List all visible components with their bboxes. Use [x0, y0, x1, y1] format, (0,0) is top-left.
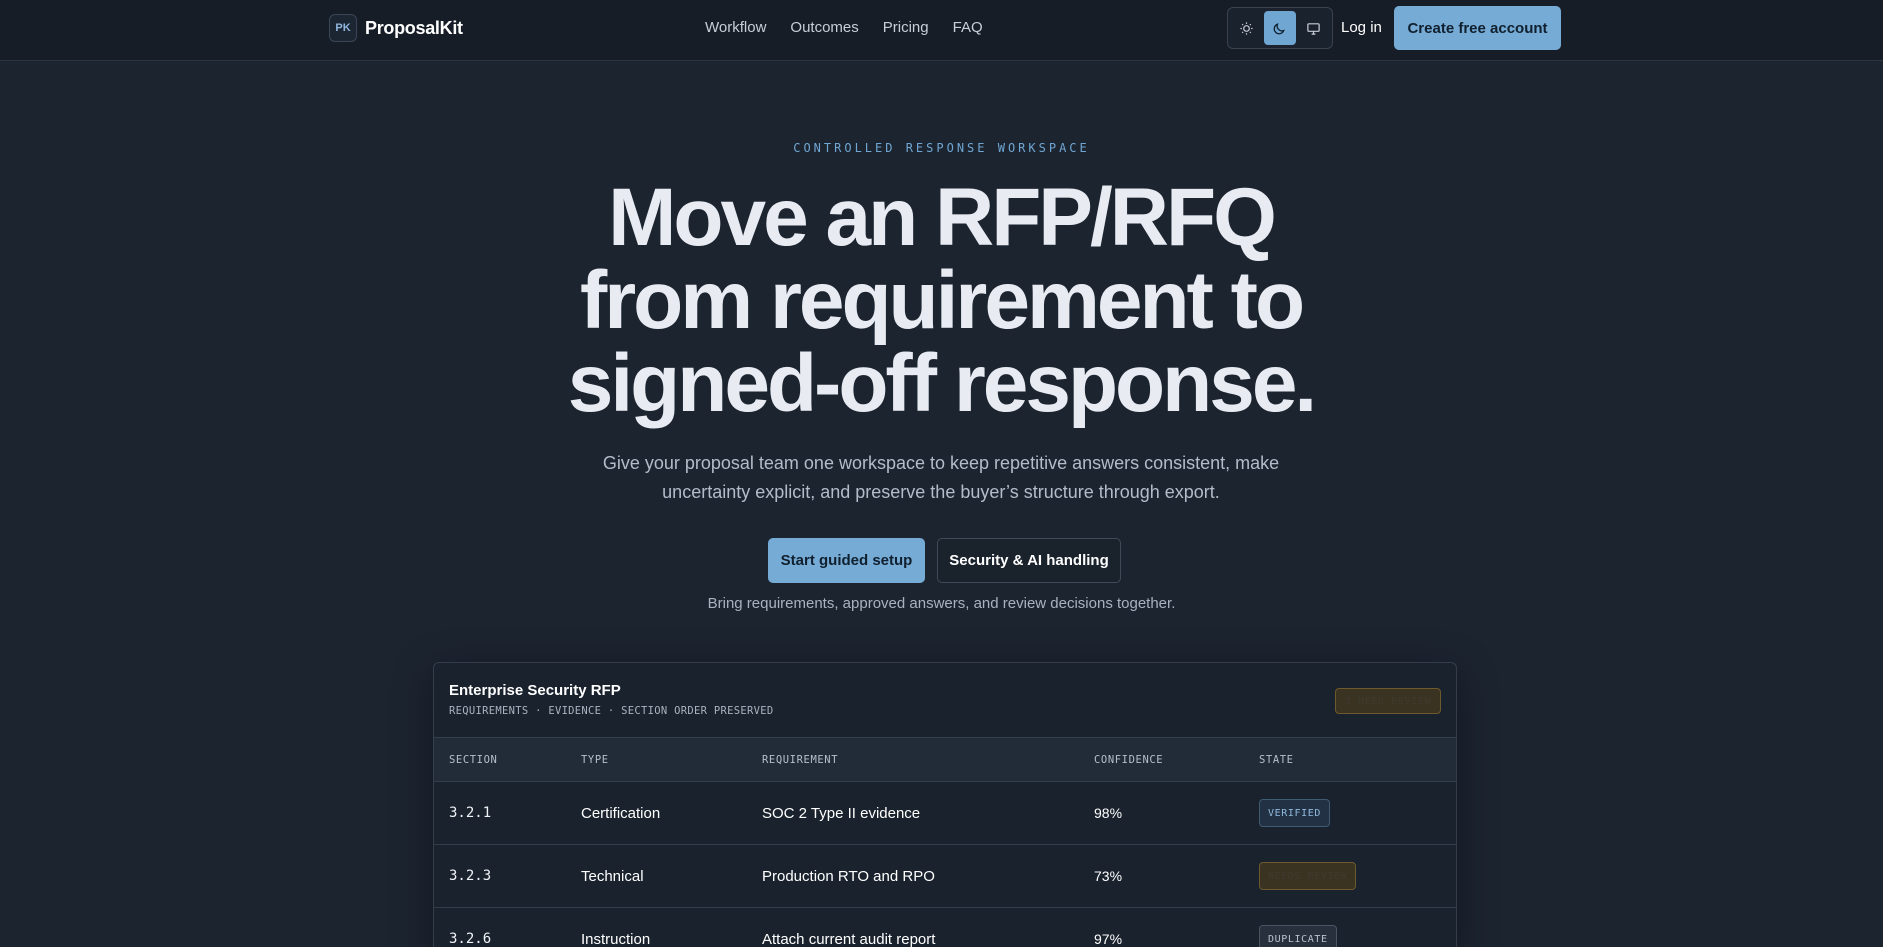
state-badge: DUPLICATE — [1259, 925, 1337, 947]
nav-link-faq[interactable]: FAQ — [953, 19, 983, 36]
sun-icon — [1240, 21, 1253, 35]
table-header: SECTION TYPE REQUIREMENT CONFIDENCE STAT… — [434, 737, 1456, 782]
hero-headline-line-2: from requirement to — [579, 255, 1305, 346]
main-nav: Workflow Outcomes Pricing FAQ — [705, 19, 983, 36]
brand-name: ProposalKit — [365, 17, 463, 38]
hero-note: Bring requirements, approved answers, an… — [707, 595, 1176, 612]
rfp-preview-panel: Enterprise Security RFP REQUIREMENTS · E… — [433, 662, 1457, 947]
create-account-button[interactable]: Create free account — [1394, 6, 1561, 50]
panel-header: Enterprise Security RFP REQUIREMENTS · E… — [434, 663, 1456, 737]
nav-link-workflow[interactable]: Workflow — [705, 19, 766, 36]
row-confidence: 97% — [1094, 931, 1123, 947]
dark-theme-button[interactable] — [1264, 11, 1296, 45]
monitor-icon — [1307, 22, 1320, 35]
theme-switcher — [1227, 7, 1333, 49]
row-type: Certification — [581, 805, 661, 822]
security-ai-handling-button[interactable]: Security & AI handling — [937, 538, 1121, 583]
brand-badge: PK — [329, 14, 357, 42]
top-navigation-bar: PK ProposalKit Workflow Outcomes Pricing… — [0, 0, 1883, 61]
table-row[interactable]: 3.2.6 Instruction Attach current audit r… — [434, 908, 1456, 947]
brand-logo-link[interactable]: PK ProposalKit — [329, 14, 463, 42]
hero-subtitle-line-1: Give your proposal team one workspace to… — [602, 453, 1280, 473]
table-row[interactable]: 3.2.3 Technical Production RTO and RPO 7… — [434, 845, 1456, 908]
column-header-section: SECTION — [449, 754, 498, 766]
row-requirement: SOC 2 Type II evidence — [762, 805, 921, 822]
login-link[interactable]: Log in — [1341, 19, 1382, 36]
panel-subtitle: REQUIREMENTS · EVIDENCE · SECTION ORDER … — [449, 705, 774, 717]
row-confidence: 98% — [1094, 805, 1123, 821]
row-section: 3.2.3 — [449, 868, 492, 884]
nav-link-pricing[interactable]: Pricing — [883, 19, 929, 36]
row-confidence: 73% — [1094, 868, 1123, 884]
row-requirement: Production RTO and RPO — [762, 868, 935, 885]
state-badge: VERIFIED — [1259, 799, 1330, 827]
row-type: Instruction — [581, 931, 651, 947]
hero-headline-line-1: Move an RFP/RFQ — [608, 172, 1277, 263]
column-header-type: TYPE — [581, 754, 609, 766]
column-header-state: STATE — [1259, 754, 1294, 766]
row-requirement: Attach current audit report — [762, 931, 936, 947]
row-section: 3.2.6 — [449, 931, 492, 947]
start-guided-setup-button[interactable]: Start guided setup — [768, 538, 925, 583]
hero-headline: Move an RFP/RFQ from requirement to sign… — [441, 176, 1441, 425]
nav-link-outcomes[interactable]: Outcomes — [790, 19, 858, 36]
panel-title: Enterprise Security RFP — [449, 682, 621, 699]
state-badge: NEEDS REVIEW — [1259, 862, 1357, 890]
hero-eyebrow: CONTROLLED RESPONSE WORKSPACE — [793, 141, 1090, 155]
row-type: Technical — [581, 868, 644, 885]
table-row[interactable]: 3.2.1 Certification SOC 2 Type II eviden… — [434, 782, 1456, 845]
moon-icon — [1274, 22, 1286, 34]
column-header-requirement: REQUIREMENT — [762, 754, 839, 766]
system-theme-button[interactable] — [1298, 11, 1329, 45]
hero-headline-line-3: signed-off response. — [567, 338, 1317, 429]
row-section: 3.2.1 — [449, 805, 492, 821]
column-header-confidence: CONFIDENCE — [1094, 754, 1164, 766]
hero-subtitle-line-2: uncertainty explicit, and preserve the b… — [662, 482, 1220, 502]
hero-subtitle: Give your proposal team one workspace to… — [561, 449, 1321, 507]
need-review-badge: 3 NEED REVIEW — [1334, 688, 1441, 714]
light-theme-button[interactable] — [1231, 11, 1262, 45]
